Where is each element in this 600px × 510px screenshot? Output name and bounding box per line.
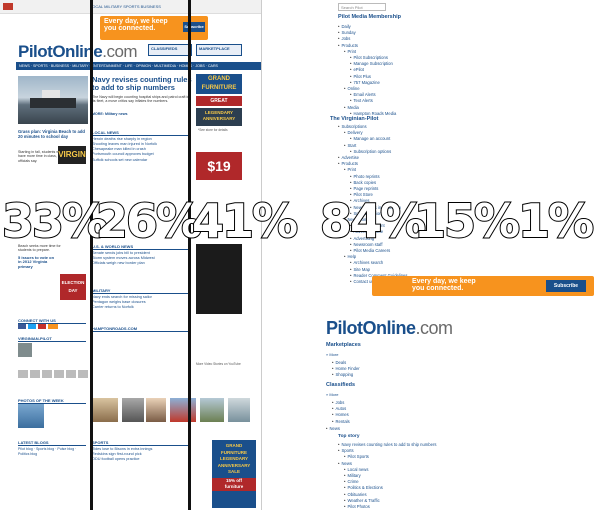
- top-story-list: Navy revises counting rules to add to sh…: [332, 442, 436, 510]
- main-headline[interactable]: Navy revises counting rules to add to sh…: [92, 75, 192, 93]
- unstyled-page-panel: Search Pilot Pilot Media Membership Dail…: [318, 0, 600, 510]
- search-input[interactable]: Search Pilot: [338, 3, 386, 11]
- top-utility-bar: LOCAL MILITARY SPORTS BUSINESS: [0, 0, 261, 14]
- ad-line-1: Every day, we keep: [104, 18, 168, 25]
- local-news-heading: LOCAL NEWS: [92, 130, 190, 136]
- logo-suffix: .com: [415, 318, 454, 338]
- world-news-item[interactable]: Officials weigh new border plan: [92, 261, 190, 266]
- ad-grand-line2: FURNITURE: [201, 85, 237, 91]
- subscribe-button[interactable]: Subscribe: [546, 280, 586, 292]
- column-divider: [90, 0, 93, 510]
- overlay-percent: 84%: [319, 194, 427, 248]
- subscribe-button[interactable]: Subscribe: [183, 22, 205, 32]
- anniversary-ad[interactable]: LEGENDARY ANNIVERSARY: [196, 108, 242, 126]
- photo-thumbnail[interactable]: [200, 398, 224, 422]
- pilot-thumbnail[interactable]: [18, 343, 32, 357]
- logo-main: PilotOnline: [326, 318, 416, 338]
- photo-thumbnail[interactable]: [18, 404, 44, 428]
- top-story-label[interactable]: Top story: [338, 434, 360, 439]
- logo-suffix: .com: [102, 42, 138, 61]
- ad-line-1: Every day, we keep: [412, 278, 476, 285]
- list-link[interactable]: Pilot Photos: [332, 504, 436, 510]
- hero-ship-photo[interactable]: [18, 76, 88, 124]
- main-story-summary: The Navy will begin counting hospital sh…: [92, 95, 190, 104]
- world-news-list: Senate sends jobs bill to president Stor…: [92, 251, 190, 281]
- grand-furniture-sale-ad[interactable]: GRAND FURNITURE LEGENDARY ANNIVERSARY SA…: [212, 440, 256, 508]
- virginian-pilot-title: The Virginian-Pilot: [330, 116, 379, 122]
- video-player[interactable]: [196, 244, 242, 314]
- pilotonline-logo[interactable]: PilotOnline.com: [326, 318, 453, 339]
- marketplaces-heading: Marketplaces: [326, 342, 361, 348]
- subscribe-ad-banner[interactable]: Every day, we keep you connected. Subscr…: [100, 16, 208, 40]
- hamptonroads-heading: HAMPTONROADS.COM: [92, 326, 190, 332]
- classifieds-list: JobsAutosHomesRentals: [332, 400, 350, 425]
- latest-blogs-heading: LATEST BLOGS: [18, 440, 86, 446]
- column-divider: [188, 0, 191, 510]
- top-links[interactable]: LOCAL MILITARY SPORTS BUSINESS: [90, 4, 161, 9]
- marketplaces-more-link[interactable]: » More: [326, 352, 338, 357]
- election-day-ad[interactable]: ELECTION DAY: [60, 274, 86, 300]
- side-headline[interactable]: Grass plan: Virginia Beach to add 20 min…: [18, 129, 86, 139]
- sports-heading: SPORTS: [92, 440, 190, 446]
- local-news-list: Heroin deaths rise sharply in region Sho…: [92, 137, 190, 187]
- pilotonline-logo[interactable]: PilotOnline.com: [18, 42, 138, 62]
- ad-sale-line7: furniture: [212, 484, 256, 491]
- more-news-link[interactable]: MORE: Military news: [92, 112, 190, 117]
- ship-hull: [30, 98, 76, 108]
- election-label: ELECTION DAY: [61, 280, 85, 293]
- classifieds-more-link[interactable]: » More: [326, 392, 338, 397]
- overlay-percent: 1%: [517, 194, 595, 248]
- blogs-list[interactable]: Pilot blog · Sports blog · Pulse blog · …: [18, 447, 86, 505]
- military-list: Navy ends search for missing sailor Pent…: [92, 295, 190, 319]
- ad-grand-line1: GRAND: [208, 76, 230, 82]
- military-item[interactable]: Carrier returns to Norfolk: [92, 305, 190, 310]
- marketplace-box[interactable]: MARKETPLACE: [196, 44, 242, 56]
- ad-sale-line5: SALE: [227, 469, 240, 474]
- ad-line-2: you connected.: [412, 285, 464, 293]
- grand-furniture-ad[interactable]: GRAND FURNITURE: [196, 74, 242, 94]
- list-link[interactable]: Homes: [332, 412, 350, 418]
- main-navigation[interactable]: NEWS · SPORTS · BUSINESS · MILITARY · EN…: [16, 62, 261, 70]
- photo-thumbnail[interactable]: [146, 398, 166, 422]
- classifieds-box[interactable]: CLASSIFIEDS: [148, 44, 192, 56]
- overlay-percent: 15%: [413, 194, 521, 248]
- membership-list: DailySundayJobsProductsPrintPilot Subscr…: [338, 24, 396, 117]
- membership-title: Pilot Media Membership: [338, 14, 401, 20]
- side-story-summary: Starting in fall, students will have mor…: [18, 150, 62, 163]
- ad-line-2: you connected.: [104, 25, 156, 33]
- photo-thumbnail[interactable]: [170, 398, 196, 422]
- brand-mini-logo: [3, 3, 13, 10]
- overlay-percent: 41%: [191, 194, 299, 248]
- photo-thumbnail[interactable]: [122, 398, 144, 422]
- sports-item[interactable]: ODU football opens practice: [92, 457, 190, 462]
- video-caption[interactable]: More Video Stories on YouTube: [196, 362, 256, 366]
- photo-thumbnail[interactable]: [92, 398, 118, 422]
- ad-anniv-line2: ANNIVERSARY: [202, 116, 236, 121]
- news-link[interactable]: News: [326, 426, 339, 432]
- overlay-percent: 26%: [95, 194, 203, 248]
- virginia-ad[interactable]: VIRGIN: [58, 146, 86, 164]
- overlay-percent: 33%: [1, 194, 109, 248]
- election-headline[interactable]: 5 issues to vote on in 2012 Virginia pri…: [18, 255, 58, 269]
- military-heading: MILITARY: [92, 288, 190, 294]
- homepage-screenshot-panel: LOCAL MILITARY SPORTS BUSINESS Every day…: [0, 0, 262, 510]
- ad-disclaimer: *See store for details: [198, 128, 228, 132]
- list-link[interactable]: Rentals: [332, 419, 349, 425]
- photo-thumbnail[interactable]: [228, 398, 250, 422]
- social-icons[interactable]: [18, 324, 58, 329]
- classifieds-heading: Classifieds: [326, 382, 356, 388]
- gas-ad[interactable]: GREAT: [196, 96, 242, 106]
- local-news-item[interactable]: Suffolk schools set new calendar: [92, 158, 190, 163]
- price-ad[interactable]: $19: [196, 152, 242, 180]
- sports-list: Tides lose to Bisons in extra innings Re…: [92, 447, 190, 487]
- pilot-icons-row[interactable]: [18, 370, 88, 378]
- virginian-pilot-heading: VIRGINIAN-PILOT: [18, 336, 86, 342]
- news-list: News: [326, 426, 339, 432]
- subscribe-ad-banner-bottom[interactable]: Every day, we keep you connected. Subscr…: [372, 276, 594, 296]
- list-link[interactable]: Shopping: [332, 372, 360, 378]
- marketplaces-list: DealsHome FinderShopping: [332, 360, 360, 379]
